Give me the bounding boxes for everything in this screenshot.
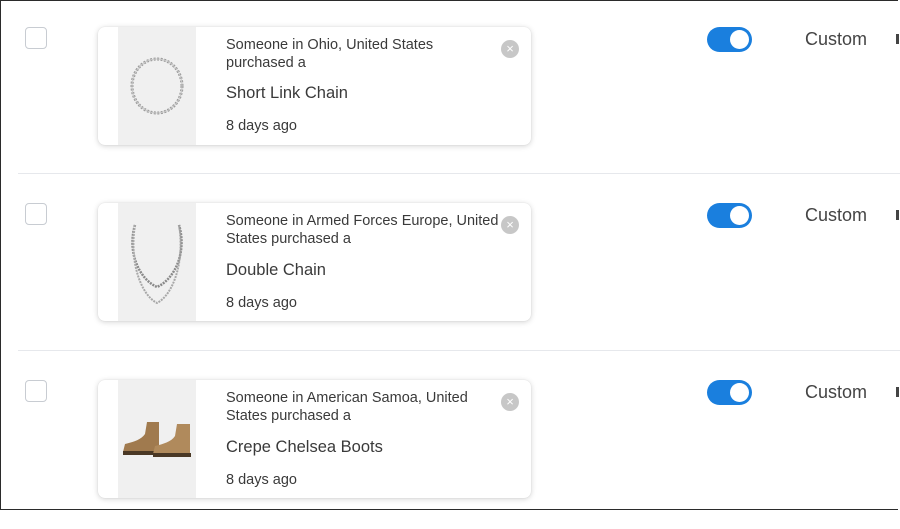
- clipped-column-edge: [896, 210, 899, 220]
- close-icon[interactable]: ×: [501, 216, 519, 234]
- purchase-time: 8 days ago: [226, 295, 297, 311]
- row-select-checkbox[interactable]: [25, 27, 47, 49]
- toggle-knob: [730, 206, 749, 225]
- clipped-column-edge: [896, 34, 899, 44]
- product-thumbnail: [118, 203, 196, 321]
- table-row: Someone in Armed Forces Europe, United S…: [0, 176, 900, 352]
- toggle-knob: [730, 383, 749, 402]
- short-link-chain-image: [130, 57, 184, 115]
- row-select-checkbox[interactable]: [25, 380, 47, 402]
- purchase-message: Someone in American Samoa, United States…: [226, 390, 468, 424]
- toggle-knob: [730, 30, 749, 49]
- purchase-time: 8 days ago: [226, 118, 297, 134]
- row-divider: [18, 173, 900, 174]
- table-row: Someone in American Samoa, United States…: [0, 353, 900, 529]
- purchase-time: 8 days ago: [226, 472, 297, 488]
- close-icon[interactable]: ×: [501, 393, 519, 411]
- row-select-checkbox[interactable]: [25, 203, 47, 225]
- row-divider: [18, 350, 900, 351]
- display-mode-label: Custom: [805, 205, 868, 225]
- notification-preview-card: Someone in Armed Forces Europe, United S…: [98, 203, 531, 321]
- enabled-toggle[interactable]: [707, 380, 752, 405]
- notification-preview-card: Someone in American Samoa, United States…: [98, 380, 531, 498]
- chelsea-boots-image: [123, 422, 191, 457]
- product-name: Crepe Chelsea Boots: [226, 438, 383, 456]
- notification-preview-card: Someone in Ohio, United States purchased…: [98, 27, 531, 145]
- purchase-message: Someone in Ohio, United States purchased…: [226, 37, 434, 71]
- purchase-message: Someone in Armed Forces Europe, United S…: [226, 213, 499, 247]
- clipped-column-edge: [896, 387, 899, 397]
- product-thumbnail: [118, 27, 196, 145]
- display-mode-label: Custom: [805, 29, 868, 49]
- enabled-toggle[interactable]: [707, 27, 752, 52]
- product-name: Short Link Chain: [226, 84, 348, 102]
- close-icon[interactable]: ×: [501, 40, 519, 58]
- product-thumbnail: [118, 380, 196, 498]
- enabled-toggle[interactable]: [707, 203, 752, 228]
- product-name: Double Chain: [226, 261, 326, 279]
- double-chain-image: [131, 224, 183, 305]
- table-row: Someone in Ohio, United States purchased…: [0, 0, 900, 176]
- display-mode-label: Custom: [805, 382, 868, 402]
